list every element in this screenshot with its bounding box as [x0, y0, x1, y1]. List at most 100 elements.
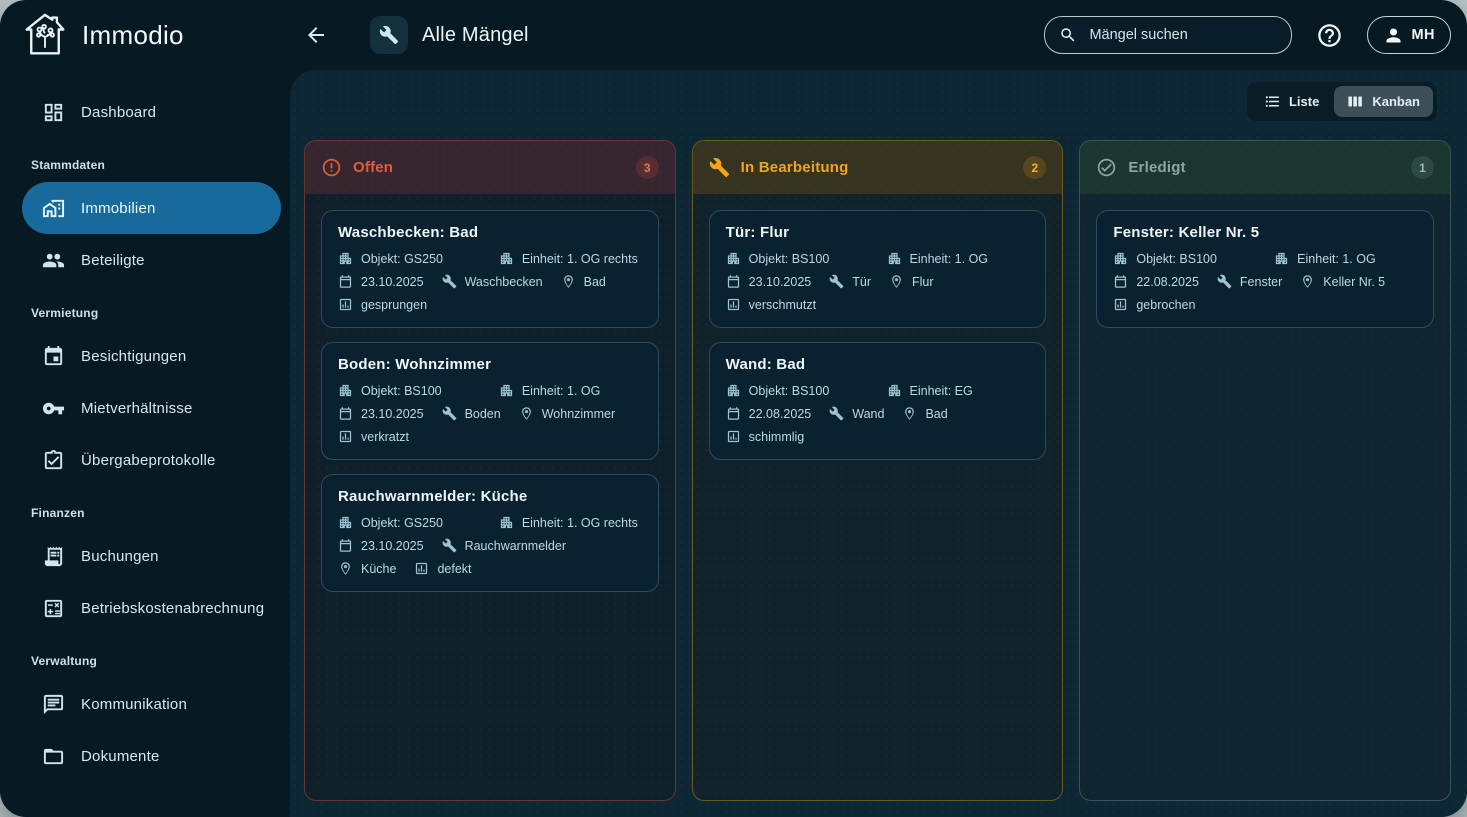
count-badge: 2: [1023, 156, 1047, 179]
brand-name: Immodio: [82, 19, 184, 50]
sidebar-item-uebergabeprotokolle[interactable]: Übergabeprotokolle: [22, 434, 281, 486]
kanban-column-in-bearbeitung: In Bearbeitung 2 Tür: Flur Objekt: BS100…: [691, 140, 1064, 801]
analytics-icon: [338, 429, 353, 444]
search-box[interactable]: [1044, 16, 1293, 54]
location-pin-icon: [338, 561, 353, 576]
wrench-icon: [709, 157, 730, 178]
count-badge: 3: [635, 156, 659, 179]
meta-date: 23.10.2025: [338, 274, 424, 289]
meta-date: 22.08.2025: [726, 406, 811, 421]
help-button[interactable]: [1310, 16, 1349, 55]
meta-objekt: Objekt: GS250: [338, 251, 481, 266]
search-input[interactable]: [1087, 26, 1279, 44]
building-icon: [887, 251, 902, 266]
meta-date: 23.10.2025: [338, 538, 424, 553]
building-icon: [499, 515, 514, 530]
meta-objekt: Objekt: GS250: [338, 515, 481, 530]
defect-card[interactable]: Waschbecken: Bad Objekt: GS250 Einheit: …: [321, 210, 659, 328]
wrench-icon: [829, 406, 844, 421]
building-icon: [338, 515, 353, 530]
sidebar-item-beteiligte[interactable]: Beteiligte: [22, 234, 281, 286]
sidebar-section-finanzen: Finanzen: [31, 506, 85, 520]
kanban-icon: [1347, 93, 1364, 110]
sidebar-section-stammdaten: Stammdaten: [31, 158, 106, 172]
meta-location: Bad: [561, 274, 606, 289]
sidebar: Dashboard Stammdaten Immobilien Beteilig…: [0, 70, 290, 817]
toggle-kanban-button[interactable]: Kanban: [1334, 86, 1433, 117]
meta-einheit: Einheit: 1. OG: [887, 251, 1030, 266]
meta-objekt: Objekt: BS100: [1113, 251, 1256, 266]
defect-card-title: Tür: Flur: [725, 224, 790, 241]
kanban-column-erledigt: Erledigt 1 Fenster: Keller Nr. 5 Objekt:…: [1079, 140, 1452, 801]
app-window: Immodio Alle Mängel MH Dashboard: [0, 0, 1467, 817]
building-icon: [726, 383, 741, 398]
meta-location: Keller Nr. 5: [1300, 274, 1385, 289]
meta-einheit: Einheit: 1. OG rechts: [499, 251, 642, 266]
sidebar-item-immobilien[interactable]: Immobilien: [22, 182, 281, 234]
defect-card[interactable]: Boden: Wohnzimmer Objekt: BS100 Einheit:…: [321, 342, 659, 460]
location-pin-icon: [561, 274, 576, 289]
meta-category: Tür: [829, 274, 871, 289]
meta-objekt: Objekt: BS100: [726, 383, 869, 398]
calendar-icon: [338, 406, 353, 421]
column-body-erledigt: Fenster: Keller Nr. 5 Objekt: BS100 Einh…: [1080, 194, 1451, 800]
defect-card[interactable]: Wand: Bad Objekt: BS100 Einheit: EG 22.0…: [708, 342, 1047, 460]
defect-card[interactable]: Fenster: Keller Nr. 5 Objekt: BS100 Einh…: [1096, 210, 1435, 328]
sidebar-item-dashboard[interactable]: Dashboard: [22, 86, 281, 138]
search-icon: [1059, 26, 1077, 44]
main-content: Liste Kanban Offen 3 Waschbecken: Bad Ob…: [290, 70, 1467, 817]
page-title-group: Alle Mängel: [370, 16, 529, 54]
column-header-in-bearbeitung: In Bearbeitung 2: [692, 141, 1063, 194]
dashboard-icon: [42, 101, 65, 124]
meta-einheit: Einheit: 1. OG: [499, 383, 642, 398]
sidebar-item-mietverhaeltnisse[interactable]: Mietverhältnisse: [22, 382, 281, 434]
analytics-icon: [1113, 297, 1128, 312]
meta-status: gebrochen: [1113, 297, 1195, 312]
sidebar-item-besichtigungen[interactable]: Besichtigungen: [22, 330, 281, 382]
person-icon: [1383, 25, 1404, 46]
back-arrow-icon: [304, 23, 328, 47]
analytics-icon: [726, 429, 741, 444]
immodio-logo-icon: [22, 13, 68, 57]
meta-location: Bad: [902, 406, 948, 421]
user-menu-button[interactable]: MH: [1367, 16, 1451, 54]
list-icon: [1264, 93, 1281, 110]
chat-icon: [42, 693, 65, 716]
wrench-icon: [1217, 274, 1232, 289]
sidebar-item-betriebskostenabrechnung[interactable]: Betriebskostenabrechnung: [22, 582, 281, 634]
building-icon: [726, 251, 741, 266]
defect-card[interactable]: Tür: Flur Objekt: BS100 Einheit: 1. OG 2…: [708, 210, 1047, 328]
clipboard-check-icon: [42, 449, 65, 472]
check-circle-icon: [1096, 157, 1117, 178]
sidebar-item-kommunikation[interactable]: Kommunikation: [22, 678, 281, 730]
column-header-erledigt: Erledigt 1: [1080, 141, 1451, 194]
count-badge: 1: [1411, 156, 1435, 179]
meta-category: Waschbecken: [442, 274, 543, 289]
home-work-icon: [42, 197, 65, 220]
meta-objekt: Objekt: BS100: [338, 383, 481, 398]
wrench-icon: [442, 274, 457, 289]
back-button[interactable]: [298, 17, 334, 53]
calculator-icon: [42, 597, 65, 620]
calendar-icon: [338, 538, 353, 553]
meta-date: 22.08.2025: [1113, 274, 1199, 289]
toggle-liste-button[interactable]: Liste: [1251, 86, 1332, 117]
defect-card[interactable]: Rauchwarnmelder: Küche Objekt: GS250 Ein…: [321, 474, 659, 592]
column-header-offen: Offen 3: [305, 141, 675, 194]
meta-category: Wand: [829, 406, 884, 421]
defect-card-title: Rauchwarnmelder: Küche: [338, 488, 528, 505]
meta-date: 23.10.2025: [726, 274, 811, 289]
building-icon: [338, 251, 353, 266]
building-icon: [338, 383, 353, 398]
wrench-icon: [379, 25, 399, 45]
view-toggle: Liste Kanban: [1246, 82, 1437, 121]
page-title: Alle Mängel: [422, 23, 529, 46]
wrench-icon: [829, 274, 844, 289]
calendar-icon: [726, 406, 741, 421]
sidebar-item-dokumente[interactable]: Dokumente: [22, 730, 281, 782]
column-body-offen: Waschbecken: Bad Objekt: GS250 Einheit: …: [305, 194, 675, 800]
user-initials: MH: [1411, 27, 1435, 43]
sidebar-item-buchungen[interactable]: Buchungen: [22, 530, 281, 582]
defect-card-title: Wand: Bad: [725, 356, 806, 373]
defect-card-title: Boden: Wohnzimmer: [338, 356, 492, 373]
